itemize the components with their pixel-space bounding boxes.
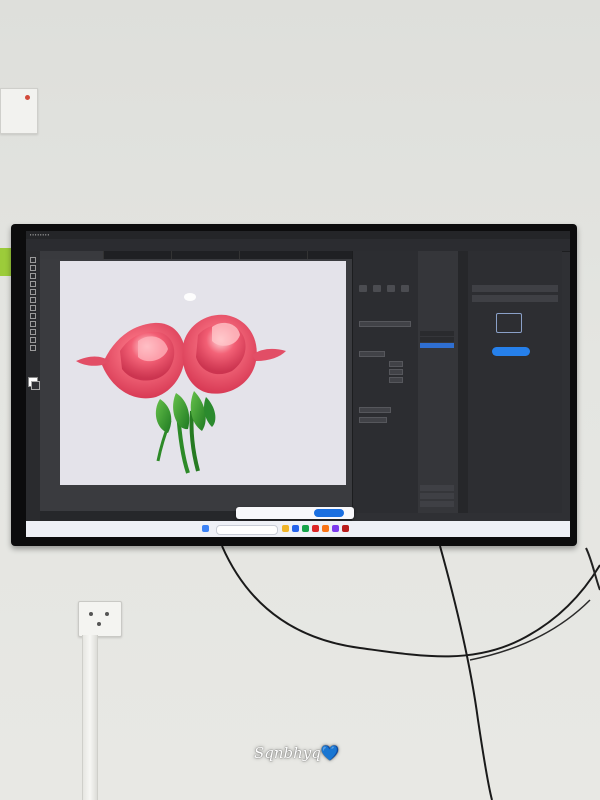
taskbar-search-box[interactable] <box>216 525 278 535</box>
panel-button[interactable] <box>359 285 367 292</box>
artboard <box>60 261 346 485</box>
shape-tool-icon[interactable] <box>30 289 36 295</box>
indicator-dot <box>25 95 30 100</box>
value-field[interactable] <box>389 361 403 367</box>
blue-heart-icon: 💙 <box>320 744 340 762</box>
panel-menu-item[interactable] <box>472 285 558 292</box>
tools-panel <box>26 251 40 531</box>
panel-button[interactable] <box>401 285 409 292</box>
eraser-tool-icon[interactable] <box>30 305 36 311</box>
taskbar-app-icon[interactable] <box>302 525 309 532</box>
learn-panel <box>468 251 562 513</box>
windows-taskbar <box>26 521 570 537</box>
layer-options-row[interactable] <box>420 485 454 491</box>
panel-menu-item[interactable] <box>472 295 558 302</box>
selected-layer-row[interactable] <box>420 343 454 348</box>
rotate-tool-icon[interactable] <box>30 313 36 319</box>
layer-options-row[interactable] <box>420 501 454 507</box>
menu-glyphs: ▪ ▪ ▪ ▪ ▪ ▪ ▪ ▪ <box>30 232 50 237</box>
taskbar-app-icon[interactable] <box>292 525 299 532</box>
eyedropper-tool-icon[interactable] <box>30 337 36 343</box>
blend-mode-select[interactable] <box>359 351 385 357</box>
brush-tool-icon[interactable] <box>30 297 36 303</box>
opacity-field[interactable] <box>359 321 411 327</box>
cable-conduit <box>82 635 98 800</box>
document-tab[interactable] <box>238 251 308 259</box>
properties-panel <box>352 251 419 513</box>
document-tab[interactable] <box>102 251 172 259</box>
rose-illustration <box>76 293 286 474</box>
explore-button[interactable] <box>492 347 530 356</box>
socket-hole <box>89 612 93 616</box>
layer-row[interactable] <box>420 331 454 336</box>
taskbar-app-icon[interactable] <box>332 525 339 532</box>
panel-icon-strip <box>458 251 468 513</box>
value-field[interactable] <box>389 369 403 375</box>
stop-sharing-button[interactable] <box>314 509 344 517</box>
zoom-tool-icon[interactable] <box>30 345 36 351</box>
document-tab[interactable] <box>170 251 240 259</box>
panel-button[interactable] <box>387 285 395 292</box>
layer-options-row[interactable] <box>420 493 454 499</box>
document-tabs <box>40 251 368 259</box>
layer-row[interactable] <box>420 337 454 342</box>
tv-screen: ▪ ▪ ▪ ▪ ▪ ▪ ▪ ▪ <box>26 231 570 537</box>
taskbar-app-icon[interactable] <box>342 525 349 532</box>
layers-panel <box>418 251 458 513</box>
panel-action-button[interactable] <box>359 417 387 423</box>
app-menubar: ▪ ▪ ▪ ▪ ▪ ▪ ▪ ▪ <box>26 231 570 239</box>
selection-tool-icon[interactable] <box>30 257 36 263</box>
taskbar-app-icon[interactable] <box>312 525 319 532</box>
scale-tool-icon[interactable] <box>30 321 36 327</box>
stroke-swatch[interactable] <box>31 381 40 390</box>
windows-start-icon[interactable] <box>202 525 209 532</box>
pen-tool-icon[interactable] <box>30 273 36 279</box>
taskbar-app-icon[interactable] <box>322 525 329 532</box>
value-field[interactable] <box>389 377 403 383</box>
panel-button[interactable] <box>373 285 381 292</box>
wall-socket <box>78 601 122 637</box>
watermark-text: Sqnbhyq <box>254 744 321 762</box>
wall-switch-box <box>0 88 38 134</box>
socket-hole <box>105 612 109 616</box>
taskbar-app-icon[interactable] <box>282 525 289 532</box>
type-tool-icon[interactable] <box>30 281 36 287</box>
watermark: Sqnbhyq💙 <box>254 744 350 768</box>
screen-share-toast <box>236 507 354 519</box>
document-tab[interactable] <box>40 251 104 259</box>
gradient-tool-icon[interactable] <box>30 329 36 335</box>
socket-hole <box>97 622 101 626</box>
panel-action-button[interactable] <box>359 407 391 413</box>
library-illustration-icon <box>496 313 522 333</box>
direct-select-tool-icon[interactable] <box>30 265 36 271</box>
